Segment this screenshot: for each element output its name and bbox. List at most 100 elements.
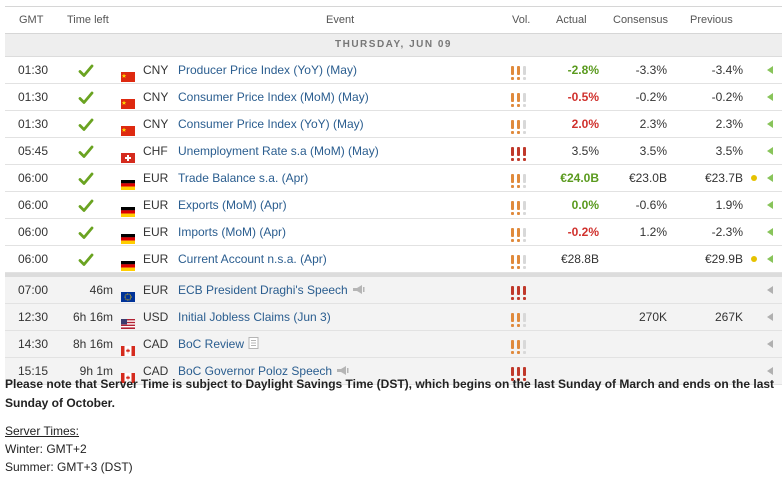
volatility-icon (509, 90, 529, 107)
currency-code: EUR (143, 198, 169, 212)
event-row[interactable]: 05:45 CHF Unemployment Rate s.a (MoM) (May… (5, 138, 782, 165)
event-row[interactable]: 01:30 CNY Producer Price Index (YoY) (May)… (5, 57, 782, 84)
currency-code: CAD (143, 337, 169, 351)
check-icon (78, 170, 94, 186)
expand-arrow-icon[interactable] (767, 120, 773, 128)
consensus-value: -0.6% (635, 198, 667, 212)
event-row[interactable]: 06:00 EUR Exports (MoM) (Apr) 0.0% -0.6% 1.9% (5, 192, 782, 219)
volatility-icon (509, 283, 529, 300)
expand-arrow-icon[interactable] (767, 340, 773, 348)
event-time: 01:30 (18, 90, 49, 104)
volatility-icon (509, 252, 529, 269)
check-icon (78, 89, 94, 105)
event-time: 05:45 (18, 144, 49, 158)
flag-de-icon (121, 173, 135, 190)
previous-value: 3.5% (715, 144, 743, 158)
currency-code: EUR (143, 225, 169, 239)
event-name-link[interactable]: Initial Jobless Claims (Jun 3) (178, 304, 331, 330)
server-times: Server Times: Winter: GMT+2 Summer: GMT+… (5, 422, 133, 476)
event-name: Imports (MoM) (Apr) (178, 225, 286, 239)
actual-value: -2.8% (567, 63, 599, 77)
currency-code: EUR (143, 283, 169, 297)
event-row[interactable]: 06:00 EUR Trade Balance s.a. (Apr) €24.0B €2… (5, 165, 782, 192)
revised-dot-icon (751, 175, 757, 181)
flag-ch-icon (121, 146, 135, 163)
check-icon (78, 251, 94, 267)
check-icon (78, 224, 94, 240)
header-gmt: GMT (19, 14, 44, 26)
currency-code: EUR (143, 252, 169, 266)
event-row[interactable]: 06:00 EUR Imports (MoM) (Apr) -0.2% 1.2% -2.3… (5, 219, 782, 246)
actual-value: €24.0B (560, 171, 599, 185)
event-name-link[interactable]: Exports (MoM) (Apr) (178, 192, 287, 218)
consensus-value: -0.2% (635, 90, 667, 104)
event-name-link[interactable]: Unemployment Rate s.a (MoM) (May) (178, 138, 379, 164)
previous-value: €29.9B (704, 252, 743, 266)
actual-value: €28.8B (560, 252, 599, 266)
actual-value: 2.0% (571, 117, 599, 131)
event-time: 07:00 (18, 283, 49, 297)
event-name-link[interactable]: Consumer Price Index (MoM) (May) (178, 84, 369, 110)
expand-arrow-icon[interactable] (767, 313, 773, 321)
previous-value: -2.3% (711, 225, 743, 239)
consensus-value: -3.3% (635, 63, 667, 77)
event-time: 06:00 (18, 171, 49, 185)
expand-arrow-icon[interactable] (767, 93, 773, 101)
expand-arrow-icon[interactable] (767, 367, 773, 375)
consensus-value: 3.5% (639, 144, 667, 158)
volatility-icon (509, 63, 529, 80)
expand-arrow-icon[interactable] (767, 174, 773, 182)
previous-value: -0.2% (711, 90, 743, 104)
expand-arrow-icon[interactable] (767, 66, 773, 74)
previous-value: €23.7B (704, 171, 743, 185)
event-name-link[interactable]: BoC Review (178, 331, 259, 358)
volatility-icon (509, 117, 529, 134)
currency-code: EUR (143, 171, 169, 185)
event-name: Current Account n.s.a. (Apr) (178, 252, 327, 266)
event-row[interactable]: 01:30 CNY Consumer Price Index (MoM) (May)… (5, 84, 782, 111)
previous-value: 2.3% (715, 117, 743, 131)
economic-calendar: GMT Time left Event Vol. Actual Consensu… (5, 6, 782, 385)
event-time: 06:00 (18, 198, 49, 212)
volatility-icon (509, 171, 529, 188)
event-row[interactable]: 01:30 CNY Consumer Price Index (YoY) (May)… (5, 111, 782, 138)
document-icon (248, 332, 259, 358)
event-name-link[interactable]: Trade Balance s.a. (Apr) (178, 165, 308, 191)
header-consensus: Consensus (613, 14, 669, 26)
event-row[interactable]: 12:30 6h 16m USD Initial Jobless Claims (Ju… (5, 304, 782, 331)
event-row[interactable]: 14:30 8h 16m CAD BoC Review (5, 331, 782, 358)
event-name: Initial Jobless Claims (Jun 3) (178, 310, 331, 324)
expand-arrow-icon[interactable] (767, 201, 773, 209)
event-name-link[interactable]: Current Account n.s.a. (Apr) (178, 246, 327, 272)
event-name-link[interactable]: Imports (MoM) (Apr) (178, 219, 286, 245)
event-name: ECB President Draghi's Speech (178, 283, 348, 297)
event-name: Exports (MoM) (Apr) (178, 198, 287, 212)
event-name: Trade Balance s.a. (Apr) (178, 171, 309, 185)
event-name-link[interactable]: Producer Price Index (YoY) (May) (178, 57, 357, 83)
event-time: 12:30 (18, 310, 49, 324)
event-row[interactable]: 06:00 EUR Current Account n.s.a. (Apr) €28.… (5, 246, 782, 273)
expand-arrow-icon[interactable] (767, 228, 773, 236)
flag-cn-icon (121, 65, 135, 82)
header-event: Event (326, 14, 355, 26)
event-name-link[interactable]: ECB President Draghi's Speech (178, 277, 365, 304)
event-name: Consumer Price Index (YoY) (May) (178, 117, 364, 131)
time-left: 46m (89, 283, 113, 297)
event-time: 01:30 (18, 117, 49, 131)
event-row[interactable]: 07:00 46m EUR ECB President Draghi's Speech (5, 277, 782, 304)
header-previous: Previous (690, 14, 733, 26)
header-time-left: Time left (67, 14, 109, 26)
expand-arrow-icon[interactable] (767, 286, 773, 294)
flag-cn-icon (121, 92, 135, 109)
previous-value: -3.4% (711, 63, 743, 77)
event-name: Unemployment Rate s.a (MoM) (May) (178, 144, 379, 158)
volatility-icon (509, 144, 529, 161)
event-name: Producer Price Index (YoY) (May) (178, 63, 357, 77)
expand-arrow-icon[interactable] (767, 147, 773, 155)
event-name: BoC Review (178, 337, 245, 351)
previous-value: 267K (714, 310, 743, 324)
expand-arrow-icon[interactable] (767, 255, 773, 263)
event-name-link[interactable]: Consumer Price Index (YoY) (May) (178, 111, 364, 137)
actual-value: 3.5% (571, 144, 599, 158)
flag-de-icon (121, 200, 135, 217)
